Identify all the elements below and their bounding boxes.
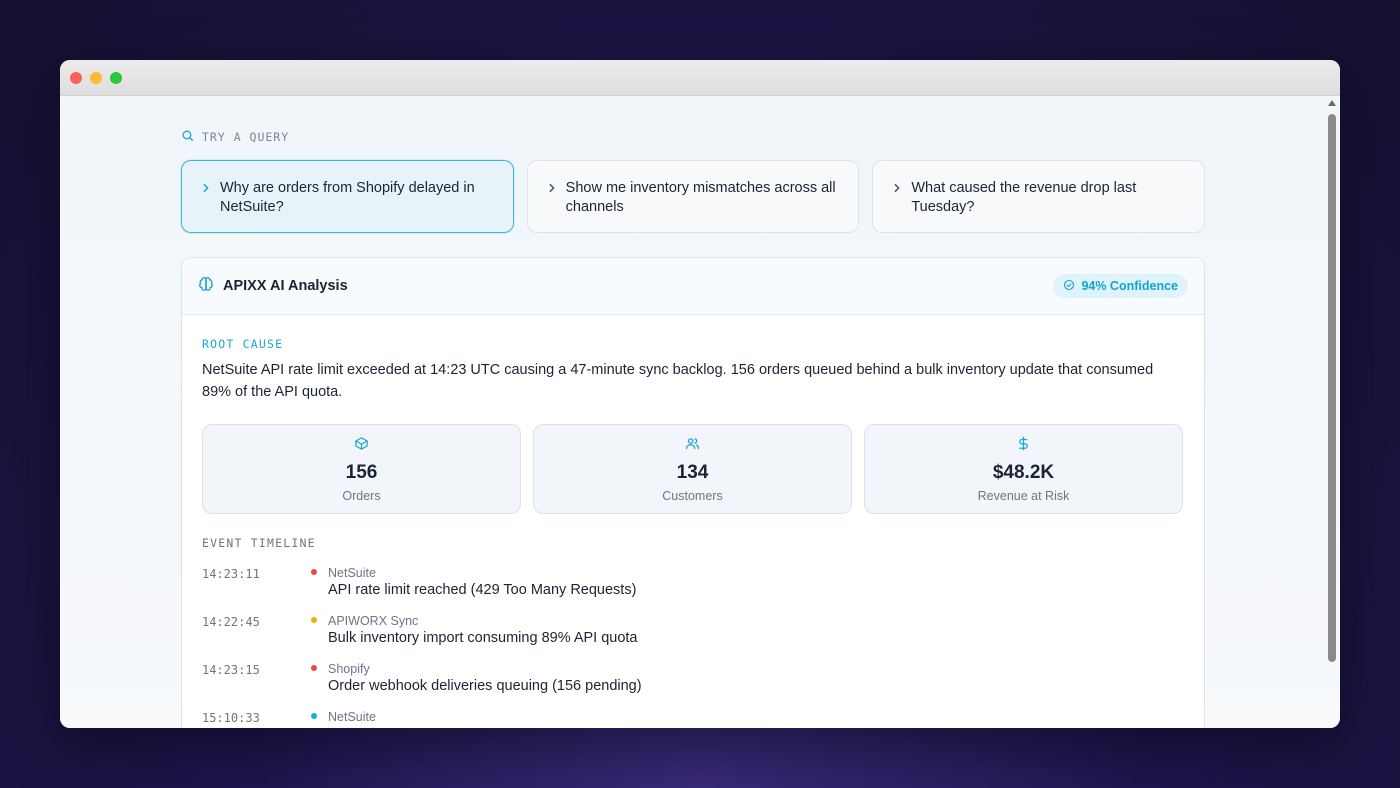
query-card-shopify-delays[interactable]: Why are orders from Shopify delayed in N… (181, 160, 514, 233)
app-window: TRY A QUERY Why are orders from Shopify … (60, 60, 1340, 728)
close-window-button[interactable] (70, 72, 82, 84)
box-icon (354, 436, 369, 456)
status-dot (311, 713, 317, 719)
event-timeline-label: EVENT TIMELINE (202, 536, 316, 550)
timeline-event: 14:23:15 Shopify Order webhook deliverie… (202, 654, 1182, 702)
event-message: Order webhook deliveries queuing (156 pe… (328, 678, 642, 694)
confidence-text: 94% Confidence (1081, 279, 1178, 293)
scroll-up-arrow[interactable] (1328, 100, 1336, 106)
scroll-thumb[interactable] (1328, 114, 1336, 662)
event-time: 15:10:33 (202, 711, 260, 725)
query-suggestions: Why are orders from Shopify delayed in N… (181, 160, 1206, 233)
event-source: NetSuite (328, 566, 376, 580)
event-message: Bulk inventory import consuming 89% API … (328, 630, 638, 646)
minimize-window-button[interactable] (90, 72, 102, 84)
vertical-scrollbar[interactable] (1327, 96, 1337, 728)
analysis-panel: APIXX AI Analysis 94% Confidence ROOT CA… (181, 257, 1205, 728)
event-source: Shopify (328, 662, 370, 676)
query-card-revenue-drop[interactable]: What caused the revenue drop last Tuesda… (872, 160, 1206, 233)
dollar-icon (1016, 436, 1031, 456)
chevron-right-icon (548, 179, 556, 232)
status-dot (311, 569, 317, 575)
timeline-event: 15:10:33 NetSuite (202, 702, 1182, 728)
event-source: APIWORX Sync (328, 614, 419, 628)
status-dot (311, 665, 317, 671)
metric-label: Orders (342, 489, 381, 503)
event-message: API rate limit reached (429 Too Many Req… (328, 582, 637, 598)
status-dot (311, 617, 317, 623)
title-bar (60, 60, 1340, 96)
event-time: 14:22:45 (202, 615, 260, 629)
analysis-header: APIXX AI Analysis 94% Confidence (182, 258, 1204, 315)
search-icon (181, 129, 194, 145)
analysis-title: APIXX AI Analysis (223, 278, 348, 294)
metric-card-revenue: $48.2K Revenue at Risk (864, 424, 1183, 514)
brain-icon (198, 276, 214, 297)
timeline-event: 14:22:45 APIWORX Sync Bulk inventory imp… (202, 606, 1182, 654)
event-time: 14:23:11 (202, 567, 260, 581)
chevron-right-icon (893, 179, 901, 232)
event-source: NetSuite (328, 710, 376, 724)
query-text: Show me inventory mismatches across all … (565, 180, 836, 215)
metric-label: Revenue at Risk (977, 489, 1070, 503)
metric-value: 156 (345, 462, 378, 483)
timeline-event: 14:23:11 NetSuite API rate limit reached… (202, 558, 1182, 606)
main-content: TRY A QUERY Why are orders from Shopify … (60, 96, 1340, 728)
users-icon (685, 436, 700, 456)
try-query-text: TRY A QUERY (202, 130, 290, 144)
query-card-inventory-mismatches[interactable]: Show me inventory mismatches across all … (526, 160, 860, 233)
check-circle-icon (1063, 279, 1075, 294)
query-text: Why are orders from Shopify delayed in N… (220, 180, 475, 215)
metric-value: 134 (676, 462, 709, 483)
query-text: What caused the revenue drop last Tuesda… (911, 180, 1137, 215)
impact-metrics: 156 Orders 134 Customers $48.2K Revenue … (202, 424, 1183, 514)
root-cause-label: ROOT CAUSE (202, 337, 284, 351)
metric-label: Customers (662, 489, 723, 503)
maximize-window-button[interactable] (110, 72, 122, 84)
root-cause-text: NetSuite API rate limit exceeded at 14:2… (202, 362, 1154, 400)
metric-card-customers: 134 Customers (533, 424, 852, 514)
event-time: 14:23:15 (202, 663, 260, 677)
metric-card-orders: 156 Orders (202, 424, 521, 514)
event-timeline: 14:23:11 NetSuite API rate limit reached… (202, 558, 1182, 728)
confidence-badge: 94% Confidence (1053, 274, 1188, 298)
chevron-right-icon (202, 179, 210, 232)
try-query-label: TRY A QUERY (181, 129, 289, 145)
metric-value: $48.2K (992, 462, 1055, 483)
